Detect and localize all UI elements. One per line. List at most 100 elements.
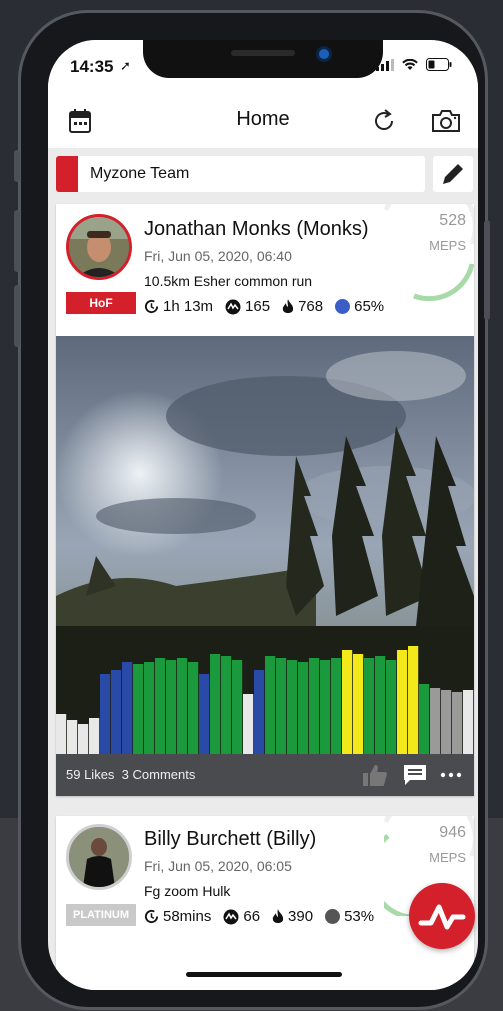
percent-value: 53%	[344, 908, 375, 925]
activity-photo[interactable]	[56, 336, 474, 754]
effort-zone-dot-icon	[335, 299, 351, 314]
camera-icon[interactable]	[431, 109, 461, 133]
zone-bar	[386, 660, 397, 754]
zone-bar	[331, 658, 342, 754]
zone-bar	[408, 646, 419, 754]
activity-card[interactable]: HoF Jonathan Monks (Monks) Fri, Jun 05, …	[56, 204, 474, 796]
zone-bar	[441, 690, 452, 754]
duration-value: 58mins	[163, 908, 212, 925]
activity-stats: 58mins 66 390 53%	[144, 908, 382, 925]
user-name[interactable]: Jonathan Monks (Monks)	[144, 218, 369, 241]
phone-notch	[143, 40, 383, 78]
zone-bar	[67, 720, 78, 754]
location-arrow-icon: ➚	[120, 58, 131, 73]
team-selector[interactable]: Myzone Team	[56, 156, 425, 192]
app-header: Home	[48, 96, 478, 148]
zone-bar	[430, 688, 441, 754]
flame-icon	[272, 908, 284, 923]
zone-bar	[111, 670, 122, 754]
zone-bar	[122, 662, 133, 754]
zone-bar	[254, 670, 265, 754]
team-label: Myzone Team	[90, 165, 190, 182]
avatar-photo	[69, 217, 129, 277]
zone-bar	[298, 662, 309, 754]
calories-value: 390	[288, 908, 314, 925]
calories-value: 768	[298, 298, 324, 315]
zone-bar	[463, 690, 474, 754]
zone-bar	[232, 660, 243, 754]
comments-text: 3 Comments	[121, 767, 196, 782]
zone-bar	[133, 664, 144, 754]
likes-count[interactable]: 59 Likes 3 Comments	[66, 767, 195, 782]
likes-text: 59 Likes	[66, 767, 115, 782]
zone-bar	[342, 650, 353, 754]
speaker-grille	[231, 50, 295, 56]
meps-label: MEPS	[429, 238, 466, 253]
zone-bar	[78, 724, 89, 754]
myzone-fab-button[interactable]	[409, 883, 475, 949]
zone-bar	[199, 674, 210, 754]
activity-date: Fri, Jun 05, 2020, 06:05	[144, 858, 292, 874]
avatar[interactable]	[66, 214, 132, 280]
activity-description: Fg zoom Hulk	[144, 883, 231, 899]
thumbs-up-icon[interactable]	[362, 763, 388, 787]
meps-value: 946	[439, 824, 466, 841]
sky-forest-image	[56, 336, 474, 754]
phone-volume-down	[14, 285, 20, 347]
zone-bar	[364, 658, 375, 754]
avatar-photo	[69, 827, 129, 887]
status-badge: HoF	[66, 292, 136, 314]
zone-bar	[452, 692, 463, 754]
zone-bar	[243, 694, 254, 754]
zone-bar	[419, 684, 430, 754]
heart-rate-zone-chart-preview	[56, 986, 474, 990]
zone-bar	[155, 658, 166, 754]
zone-bar	[276, 658, 287, 754]
zone-bar	[89, 718, 100, 754]
front-camera	[319, 49, 329, 59]
pencil-icon	[443, 161, 466, 184]
zone-bar	[144, 662, 155, 754]
flame-icon	[282, 298, 294, 313]
timer-icon	[144, 300, 159, 313]
zone-bar	[100, 674, 111, 754]
zone-bar	[188, 662, 199, 754]
activity-stats: 1h 13m 165 768 65%	[144, 298, 392, 315]
phone-side-button	[14, 150, 20, 182]
effort-value: 165	[245, 298, 271, 315]
battery-icon	[426, 58, 452, 71]
zone-bar	[265, 656, 276, 754]
zone-bar	[320, 660, 331, 754]
effort-value: 66	[243, 908, 261, 925]
heartbeat-logo-icon	[418, 904, 466, 930]
zone-bar	[375, 656, 386, 754]
phone-volume-up	[14, 210, 20, 272]
zone-bar	[309, 658, 320, 754]
effort-icon	[223, 909, 239, 924]
effort-zone-dot-icon	[325, 909, 341, 924]
wifi-icon	[402, 58, 418, 70]
user-name[interactable]: Billy Burchett (Billy)	[144, 828, 316, 851]
zone-bar	[287, 660, 298, 754]
duration-value: 1h 13m	[163, 298, 214, 315]
effort-icon	[225, 299, 241, 314]
zone-bar	[397, 650, 408, 754]
meps-value: 528	[439, 212, 466, 229]
zone-bar	[56, 714, 67, 754]
refresh-icon[interactable]	[371, 108, 397, 134]
zone-bar	[210, 654, 221, 754]
avatar[interactable]	[66, 824, 132, 890]
comment-icon[interactable]	[402, 763, 428, 787]
zone-bar	[353, 654, 364, 754]
zone-bar	[221, 656, 232, 754]
edit-button[interactable]	[433, 156, 473, 192]
status-badge: PLATINUM	[66, 904, 136, 926]
timer-icon	[144, 910, 159, 923]
more-options-icon[interactable]	[440, 771, 462, 779]
app-screen: 14:35 ➚ Home Myzone Team HoF Jonathan Mo…	[48, 40, 478, 990]
meps-label: MEPS	[429, 850, 466, 865]
phone-power-button	[484, 220, 490, 320]
status-time: 14:35	[70, 57, 114, 76]
percent-value: 65%	[354, 298, 385, 315]
activity-description: 10.5km Esher common run	[144, 273, 313, 289]
